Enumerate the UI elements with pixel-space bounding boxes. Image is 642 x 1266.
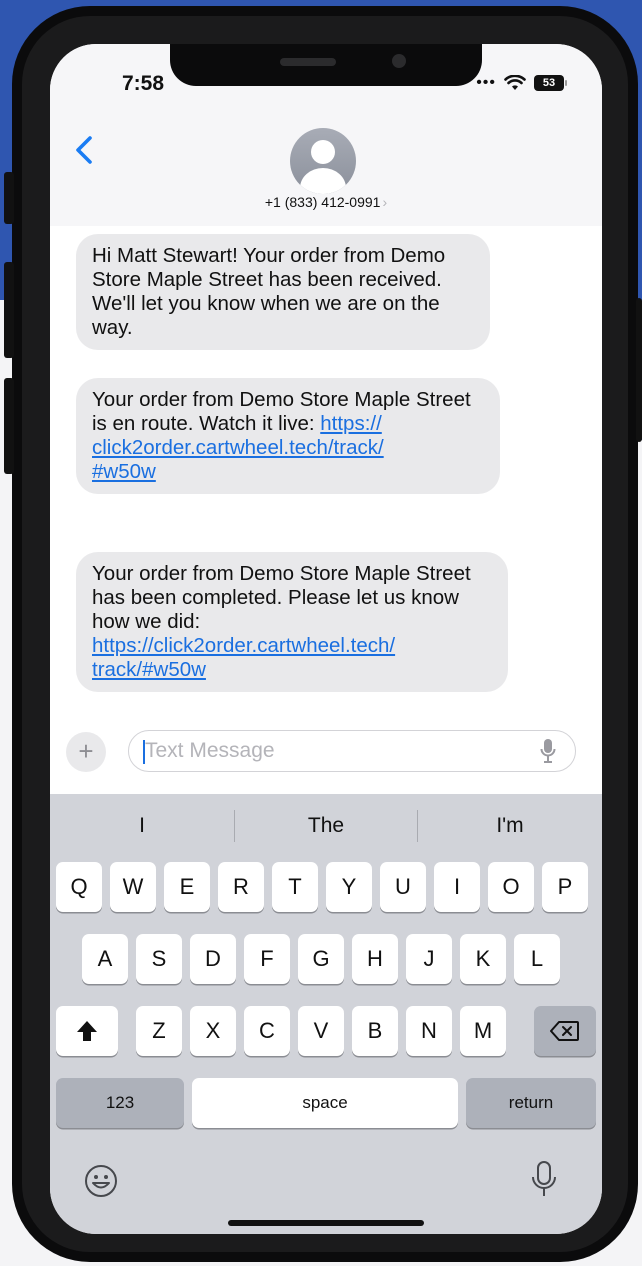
key-q[interactable]: Q [56, 862, 102, 912]
power-button [636, 298, 642, 442]
keyboard: I The I'm Q W E R T Y U I O P A S D F G … [50, 794, 602, 1234]
key-r[interactable]: R [218, 862, 264, 912]
message-thread: Hi Matt Stewart! Your order from Demo St… [50, 226, 602, 726]
suggestion-item[interactable]: The [234, 814, 418, 838]
message-bubble[interactable]: Hi Matt Stewart! Your order from Demo St… [76, 234, 490, 350]
backspace-icon [550, 1021, 579, 1041]
key-y[interactable]: Y [326, 862, 372, 912]
key-g[interactable]: G [298, 934, 344, 984]
return-key[interactable]: return [466, 1078, 596, 1128]
key-t[interactable]: T [272, 862, 318, 912]
key-b[interactable]: B [352, 1006, 398, 1056]
message-input[interactable] [128, 730, 576, 772]
contact-number-text: +1 (833) 412-0991 [264, 194, 381, 210]
chevron-right-icon: › [382, 194, 388, 210]
contact-name[interactable]: +1 (833) 412-0991 › [50, 194, 602, 210]
key-v[interactable]: V [298, 1006, 344, 1056]
chevron-left-icon [76, 136, 92, 164]
key-h[interactable]: H [352, 934, 398, 984]
key-x[interactable]: X [190, 1006, 236, 1056]
key-p[interactable]: P [542, 862, 588, 912]
volume-down-button [4, 378, 14, 474]
battery-icon: 53 [534, 75, 567, 91]
message-text: Hi Matt Stewart! Your order from Demo St… [92, 244, 446, 339]
volume-up-button [4, 262, 14, 358]
dictation-mic-icon[interactable] [540, 738, 556, 764]
tracking-link[interactable]: click2order.cartwheel.tech/track/ [92, 436, 384, 459]
shift-key[interactable] [56, 1006, 118, 1056]
space-key[interactable]: space [192, 1078, 458, 1128]
key-n[interactable]: N [406, 1006, 452, 1056]
wifi-icon [504, 75, 526, 91]
phone-screen: 7:58 ••• 53 +1 (833) 412-0991 › Hi Matt … [50, 44, 602, 1234]
emoji-icon[interactable] [84, 1164, 118, 1198]
key-f[interactable]: F [244, 934, 290, 984]
status-indicators: ••• 53 [476, 74, 567, 92]
notch [170, 44, 482, 86]
message-bubble[interactable]: Your order from Demo Store Maple Street … [76, 378, 500, 494]
key-a[interactable]: A [82, 934, 128, 984]
tracking-link[interactable]: https:// [320, 412, 382, 435]
message-composer: + [50, 726, 602, 792]
key-w[interactable]: W [110, 862, 156, 912]
key-u[interactable]: U [380, 862, 426, 912]
message-text: Your order from Demo Store Maple Street … [92, 388, 471, 435]
key-z[interactable]: Z [136, 1006, 182, 1056]
key-s[interactable]: S [136, 934, 182, 984]
key-m[interactable]: M [460, 1006, 506, 1056]
apps-plus-button[interactable]: + [66, 732, 106, 772]
key-k[interactable]: K [460, 934, 506, 984]
text-cursor [143, 740, 145, 764]
numbers-key[interactable]: 123 [56, 1078, 184, 1128]
suggestion-item[interactable]: I [50, 814, 234, 838]
contact-avatar[interactable] [290, 128, 356, 194]
speaker-grille [280, 58, 336, 66]
message-text: Your order from Demo Store Maple Street … [92, 562, 471, 633]
keyboard-mic-icon[interactable] [530, 1160, 558, 1200]
front-camera [392, 54, 406, 68]
tracking-link[interactable]: https://click2order.cartwheel.tech/ [92, 634, 395, 657]
back-button[interactable] [70, 130, 100, 170]
key-j[interactable]: J [406, 934, 452, 984]
key-e[interactable]: E [164, 862, 210, 912]
key-o[interactable]: O [488, 862, 534, 912]
key-i[interactable]: I [434, 862, 480, 912]
home-indicator [228, 1220, 424, 1226]
shift-arrow-icon [77, 1021, 97, 1041]
backspace-key[interactable] [534, 1006, 596, 1056]
status-time: 7:58 [122, 72, 165, 95]
key-c[interactable]: C [244, 1006, 290, 1056]
cellular-signal-icon: ••• [476, 74, 496, 91]
key-l[interactable]: L [514, 934, 560, 984]
tracking-link[interactable]: track/#w50w [92, 658, 206, 681]
suggestion-item[interactable]: I'm [418, 814, 602, 838]
key-d[interactable]: D [190, 934, 236, 984]
tracking-link[interactable]: #w50w [92, 460, 156, 483]
predictive-bar: I The I'm [50, 794, 602, 856]
message-bubble[interactable]: Your order from Demo Store Maple Street … [76, 552, 508, 692]
mute-switch [4, 172, 14, 224]
